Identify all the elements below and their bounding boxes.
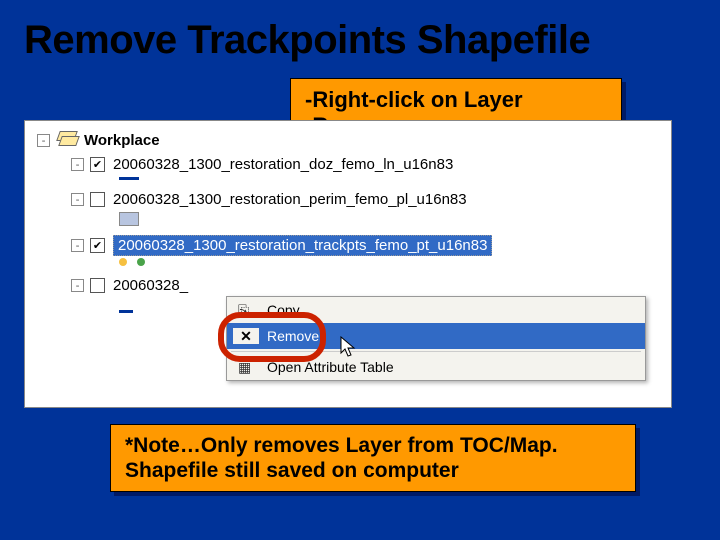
collapse-icon[interactable]: - <box>71 239 84 252</box>
toc-root[interactable]: - Workplace <box>29 129 667 151</box>
menu-label: Copy <box>259 302 300 318</box>
line-symbol <box>119 177 139 180</box>
collapse-icon[interactable]: - <box>71 158 84 171</box>
menu-separator <box>231 351 641 352</box>
layer-name: 20060328_ <box>113 277 188 294</box>
collapse-icon[interactable]: - <box>71 279 84 292</box>
visibility-checkbox[interactable] <box>90 238 105 253</box>
toc-layer-selected[interactable]: - 20060328_1300_restoration_trackpts_fem… <box>29 234 667 256</box>
toc-root-label: Workplace <box>84 132 160 149</box>
layer-name: 20060328_1300_restoration_doz_femo_ln_u1… <box>113 156 453 173</box>
visibility-checkbox[interactable] <box>90 192 105 207</box>
callout-line: -Right-click on Layer <box>305 87 607 113</box>
layer-name: 20060328_1300_restoration_perim_femo_pl_… <box>113 191 467 208</box>
menu-item-open-attribute-table[interactable]: Open Attribute Table <box>227 354 645 380</box>
point-symbol-icon <box>119 258 127 266</box>
collapse-icon[interactable]: - <box>71 193 84 206</box>
context-menu: Copy Remove Open Attribute Table <box>226 296 646 381</box>
visibility-checkbox[interactable] <box>90 278 105 293</box>
menu-item-copy[interactable]: Copy <box>227 297 645 323</box>
delete-icon <box>238 328 254 344</box>
point-symbol-icon <box>137 258 145 266</box>
page-title: Remove Trackpoints Shapefile <box>0 0 720 73</box>
table-icon <box>238 359 254 375</box>
menu-label: Remove <box>259 328 319 344</box>
callout-line: Shapefile still saved on computer <box>125 458 621 483</box>
menu-label: Open Attribute Table <box>259 359 394 375</box>
toc-layer[interactable]: - 20060328_ <box>29 274 667 296</box>
menu-item-remove[interactable]: Remove <box>227 323 645 349</box>
copy-icon <box>238 302 254 318</box>
callout-note: *Note…Only removes Layer from TOC/Map. S… <box>110 424 636 492</box>
callout-line: *Note…Only removes Layer from TOC/Map. <box>125 433 621 458</box>
toc-layer[interactable]: - 20060328_1300_restoration_doz_femo_ln_… <box>29 153 667 175</box>
layers-icon <box>56 131 78 149</box>
collapse-icon[interactable]: - <box>37 134 50 147</box>
fill-symbol <box>119 212 139 226</box>
point-symbols <box>29 258 667 266</box>
toc-layer[interactable]: - 20060328_1300_restoration_perim_femo_p… <box>29 188 667 210</box>
layer-name: 20060328_1300_restoration_trackpts_femo_… <box>113 235 492 256</box>
visibility-checkbox[interactable] <box>90 157 105 172</box>
